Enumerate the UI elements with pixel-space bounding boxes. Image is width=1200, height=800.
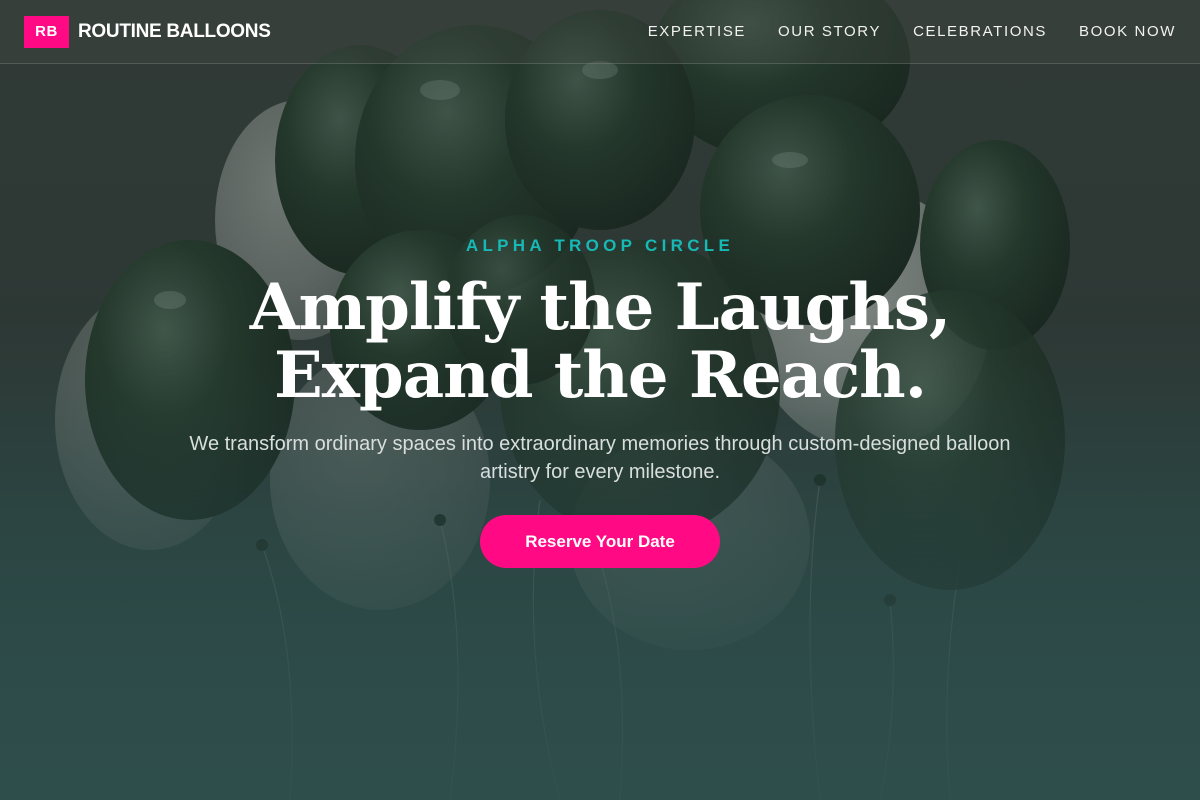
- hero-subtext: We transform ordinary spaces into extrao…: [189, 433, 1011, 483]
- hero-section: RB ROUTINE BALLOONS EXPERTISE OUR STORY …: [0, 0, 1200, 800]
- brand-name[interactable]: ROUTINE BALLOONS: [78, 21, 271, 43]
- nav-link-celebrations[interactable]: CELEBRATIONS: [913, 23, 1047, 40]
- reserve-date-button[interactable]: Reserve Your Date: [480, 515, 720, 568]
- brand-logo[interactable]: RB ROUTINE BALLOONS: [24, 15, 271, 48]
- headline-line-2: Expand the Reach.: [274, 338, 927, 413]
- nav-link-our-story[interactable]: OUR STORY: [778, 23, 881, 40]
- logo-badge[interactable]: RB: [24, 15, 69, 48]
- headline-line-1: Amplify the Laughs,: [249, 270, 951, 345]
- hero-headline: Amplify the Laughs, Expand the Reach.: [249, 270, 951, 413]
- hero-eyebrow: ALPHA TROOP CIRCLE: [465, 236, 735, 255]
- nav-link-expertise[interactable]: EXPERTISE: [648, 23, 746, 40]
- nav-links: EXPERTISE OUR STORY CELEBRATIONS BOOK NO…: [648, 23, 1176, 40]
- hero-content: ALPHA TROOP CIRCLE Amplify the Laughs, E…: [0, 0, 1200, 800]
- nav-link-book-now[interactable]: BOOK NOW: [1079, 23, 1176, 40]
- top-navigation: RB ROUTINE BALLOONS EXPERTISE OUR STORY …: [0, 0, 1200, 64]
